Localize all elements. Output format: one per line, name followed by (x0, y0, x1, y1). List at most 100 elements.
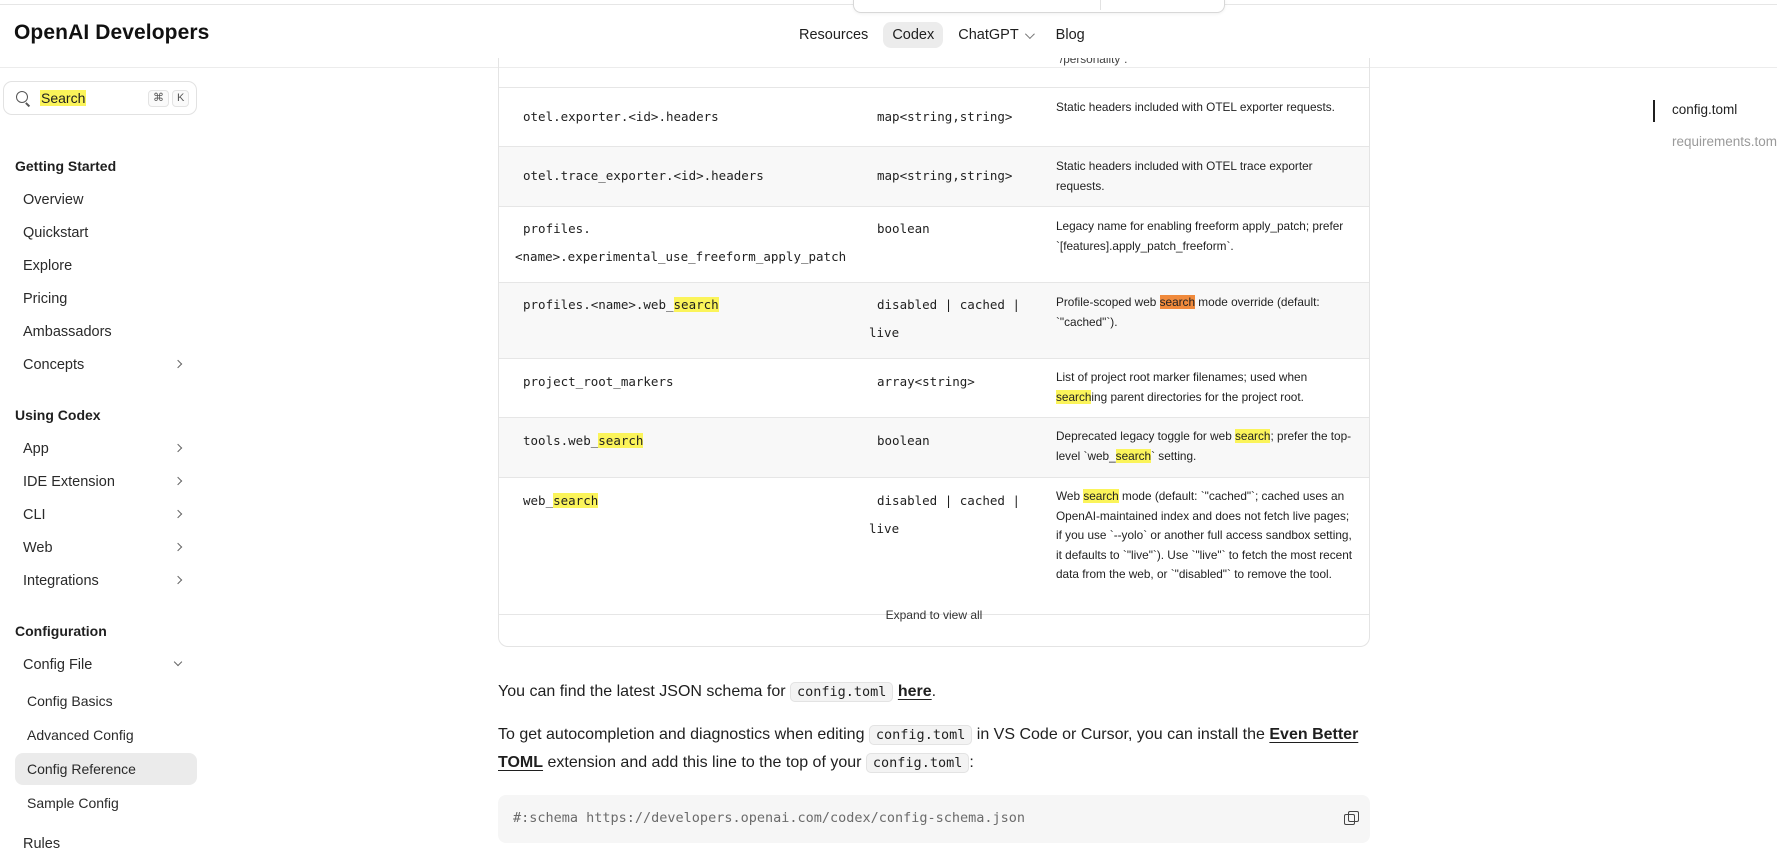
table-cell-desc: Deprecated legacy toggle for web search;… (1056, 427, 1354, 466)
search-highlight: search (1056, 389, 1092, 404)
schema-paragraph: You can find the latest JSON schema for … (498, 678, 1378, 706)
desc-text: ` setting. (1151, 448, 1197, 463)
nav-resources[interactable]: Resources (790, 22, 877, 48)
table-row: otel.trace_exporter.<id>.headers map<str… (499, 147, 1369, 207)
table-row: profiles. <name>.experimental_use_freefo… (499, 207, 1369, 283)
toc-item-requirements-toml[interactable]: requirements.toml (1672, 134, 1777, 149)
sidebar-item-sample-config[interactable]: Sample Config (15, 787, 197, 819)
search-highlight: search (673, 297, 719, 312)
kbd-cmd: ⌘ (148, 90, 169, 107)
table-cell-type: disabled | cached | (877, 493, 1020, 508)
search-highlight-current: search (1159, 295, 1196, 309)
sidebar-item-concepts[interactable]: Concepts (15, 349, 197, 381)
search-highlight: search (598, 433, 644, 448)
sidebar-item-ide-extension[interactable]: IDE Extension (15, 466, 197, 498)
nav-chatgpt-label: ChatGPT (958, 27, 1019, 43)
sidebar-item-rules[interactable]: Rules (15, 828, 197, 849)
brand-logo-text[interactable]: OpenAI Developers (14, 21, 209, 45)
sidebar-item-cli[interactable]: CLI (15, 499, 197, 531)
top-popup-edge (853, 0, 1225, 13)
sidebar-item-label: Pricing (23, 291, 68, 307)
table-cell-desc: List of project root marker filenames; u… (1056, 368, 1354, 407)
sidebar-item-label: CLI (23, 507, 46, 523)
table-cell-type: array<string> (877, 374, 975, 389)
copy-icon[interactable] (1344, 811, 1359, 825)
expand-table-button[interactable]: Expand to view all (499, 608, 1369, 622)
sidebar-item-label: Web (23, 540, 53, 556)
sidebar-item-overview[interactable]: Overview (15, 184, 197, 216)
sidebar-item-config-file[interactable]: Config File (15, 649, 197, 681)
table-row: web_search disabled | cached | live Web … (499, 478, 1369, 615)
key-text: web_ (523, 493, 554, 508)
sidebar-item-label: Quickstart (23, 225, 89, 241)
chevron-down-icon (1024, 28, 1035, 39)
search-label: Search (40, 90, 87, 106)
search-highlight: search (1235, 429, 1271, 443)
desc-text: Deprecated legacy toggle for web (1056, 429, 1236, 443)
sidebar-item-label: Config File (23, 657, 93, 673)
nav-blog[interactable]: Blog (1047, 22, 1094, 48)
section-configuration: Configuration (15, 623, 107, 639)
sidebar-item-explore[interactable]: Explore (15, 250, 197, 282)
sidebar-item-label: Ambassadors (23, 324, 112, 340)
section-using-codex: Using Codex (15, 407, 101, 423)
sidebar-item-quickstart[interactable]: Quickstart (15, 217, 197, 249)
sidebar-item-label: Config Basics (27, 693, 113, 709)
table-cell-desc: Legacy name for enabling freeform apply_… (1056, 219, 1344, 253)
inline-code: config.toml (865, 753, 970, 773)
table-cell-type: map<string,string> (877, 168, 1013, 183)
sidebar-item-label: Concepts (23, 357, 85, 373)
table-cell-desc: Profile-scoped web search mode override … (1056, 293, 1354, 332)
sidebar-item-label: Explore (23, 258, 73, 274)
table-cell-type: map<string,string> (877, 109, 1013, 124)
nav-chatgpt[interactable]: ChatGPT (949, 22, 1040, 48)
table-row: otel.exporter.<id>.headers map<string,st… (499, 88, 1369, 147)
code-block: #:schema https://developers.openai.com/c… (498, 795, 1370, 843)
nav-codex[interactable]: Codex (883, 22, 944, 48)
top-nav: Resources Codex ChatGPT Blog (790, 22, 1094, 48)
chevron-down-icon (173, 657, 183, 667)
search-highlight: search (553, 493, 599, 508)
sidebar-item-label: Integrations (23, 573, 99, 589)
sidebar-item-label: IDE Extension (23, 474, 115, 490)
code-text: #:schema https://developers.openai.com/c… (513, 810, 1026, 826)
para-text: in VS Code or Cursor, you can install th… (972, 726, 1270, 743)
table-cell-type-cont: live (869, 325, 900, 340)
chevron-right-icon (173, 359, 183, 369)
chevron-right-icon (173, 542, 183, 552)
desc-text: Profile-scoped web (1056, 295, 1160, 309)
sidebar-item-label: Config Reference (27, 761, 136, 777)
chevron-right-icon (173, 575, 183, 585)
search-highlight: search (1115, 448, 1152, 463)
toc-item-config-toml[interactable]: config.toml (1672, 102, 1737, 117)
key-line-1: profiles. (523, 221, 591, 236)
table-cell-type: disabled | cached | (877, 297, 1020, 312)
sidebar-item-label: Advanced Config (27, 727, 134, 743)
para-text: To get autocompletion and diagnostics wh… (498, 726, 869, 743)
sidebar-item-config-reference[interactable]: Config Reference (15, 753, 197, 785)
sidebar-item-advanced-config[interactable]: Advanced Config (15, 719, 197, 751)
section-getting-started: Getting Started (15, 158, 117, 174)
sidebar-item-ambassadors[interactable]: Ambassadors (15, 316, 197, 348)
sidebar-item-app[interactable]: App (15, 433, 197, 465)
table-cell-desc: Static headers included with OTEL export… (1056, 100, 1335, 114)
sidebar-item-label: Rules (23, 836, 61, 849)
sidebar-item-label: App (23, 441, 49, 457)
sidebar-item-web[interactable]: Web (15, 532, 197, 564)
table-cell-key: profiles. (523, 215, 863, 243)
table-row (499, 58, 1369, 88)
sidebar-item-pricing[interactable]: Pricing (15, 283, 197, 315)
sidebar-item-config-basics[interactable]: Config Basics (15, 685, 197, 717)
toc-active-indicator (1653, 100, 1655, 122)
desc-text: List of project root marker filenames; u… (1056, 370, 1308, 384)
table-cell-key: web_search (523, 487, 863, 515)
search-input[interactable]: Search ⌘ K (3, 81, 197, 115)
desc-text: ing parent directories for the project r… (1091, 389, 1304, 404)
kbd-k: K (172, 90, 190, 107)
schema-link[interactable]: here (898, 683, 932, 700)
table-cell-type: boolean (877, 221, 930, 236)
chevron-right-icon (173, 509, 183, 519)
table-row: project_root_markers array<string> List … (499, 359, 1369, 418)
sidebar-item-integrations[interactable]: Integrations (15, 565, 197, 597)
key-text: tools.web_ (523, 433, 599, 448)
